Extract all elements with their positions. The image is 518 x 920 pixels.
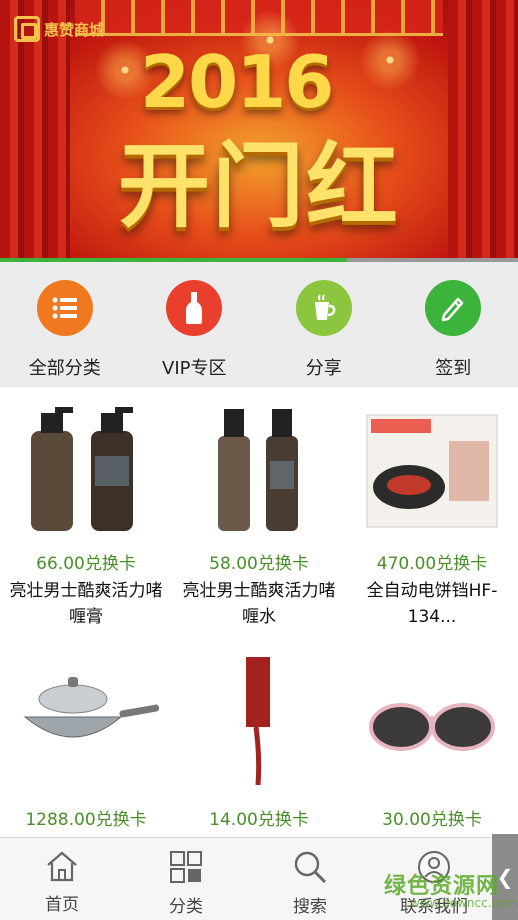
quicknav-all-categories[interactable]: 全部分类 <box>10 280 120 380</box>
quicknav-share[interactable]: 分享 <box>269 280 379 380</box>
quick-nav: 全部分类 VIP专区 分享 签到 <box>0 262 518 387</box>
product-card[interactable]: 1288.00兑换卡 <box>0 657 172 830</box>
logo-text: 惠赞商城 <box>44 20 105 39</box>
product-grid: 66.00兑换卡 亮壮男士酷爽活力啫喱膏 58.00兑换卡 亮壮男士酷爽活力啫喱… <box>0 387 518 837</box>
product-price: 66.00兑换卡 <box>36 554 136 574</box>
product-image-brush <box>184 657 334 797</box>
product-price: 30.00兑换卡 <box>382 810 482 830</box>
tab-home[interactable]: 首页 <box>0 838 124 920</box>
product-card[interactable]: 66.00兑换卡 亮壮男士酷爽活力啫喱膏 <box>0 401 172 630</box>
product-price: 1288.00兑换卡 <box>25 810 147 830</box>
pencil-icon <box>425 280 482 336</box>
list-icon <box>36 280 93 336</box>
search-icon <box>294 851 327 884</box>
tab-label: 搜索 <box>293 897 327 917</box>
tab-categories[interactable]: 分类 <box>124 838 248 920</box>
product-image-sunglasses <box>357 657 507 797</box>
product-image-wok <box>11 657 161 797</box>
tab-search[interactable]: 搜索 <box>248 838 372 920</box>
product-price: 14.00兑换卡 <box>209 810 309 830</box>
product-name: 全自动电饼铛HF-134... <box>366 581 498 627</box>
chevron-left-icon: ❮ <box>496 865 514 889</box>
promo-banner[interactable]: 惠赞商城 2016 开门红 <box>0 0 518 258</box>
product-price: 470.00兑换卡 <box>376 554 488 574</box>
product-price: 58.00兑换卡 <box>209 554 309 574</box>
product-card[interactable]: 470.00兑换卡 全自动电饼铛HF-134... <box>346 401 518 630</box>
product-image-gel <box>11 401 161 541</box>
bottle-icon <box>166 280 223 336</box>
quicknav-checkin[interactable]: 签到 <box>398 280 508 380</box>
quicknav-vip[interactable]: VIP专区 <box>139 280 249 380</box>
logo-mark-icon <box>14 16 40 42</box>
quicknav-label: 全部分类 <box>28 358 101 379</box>
quicknav-label: VIP专区 <box>162 358 227 379</box>
banner-title: 开门红 <box>118 133 401 240</box>
product-name: 亮壮男士酷爽活力啫喱膏 <box>9 581 163 627</box>
product-card[interactable]: 30.00兑换卡 <box>346 657 518 830</box>
quicknav-label: 分享 <box>305 358 342 379</box>
firework-decoration <box>360 30 420 90</box>
home-icon <box>47 851 77 882</box>
app-logo[interactable]: 惠赞商城 <box>14 16 104 42</box>
grid-icon <box>170 851 202 883</box>
quicknav-label: 签到 <box>435 358 472 379</box>
product-card[interactable]: 14.00兑换卡 <box>173 657 345 830</box>
product-card[interactable]: 58.00兑换卡 亮壮男士酷爽活力啫喱水 <box>173 401 345 630</box>
tab-label: 分类 <box>169 897 203 917</box>
product-name: 亮壮男士酷爽活力啫喱水 <box>182 581 336 627</box>
product-image-griddle <box>357 401 507 541</box>
product-image-spray <box>184 401 334 541</box>
cup-icon <box>295 280 352 336</box>
watermark-url: www.downcc.com <box>410 896 518 910</box>
curtain-right <box>448 0 518 258</box>
tab-label: 首页 <box>45 895 79 915</box>
